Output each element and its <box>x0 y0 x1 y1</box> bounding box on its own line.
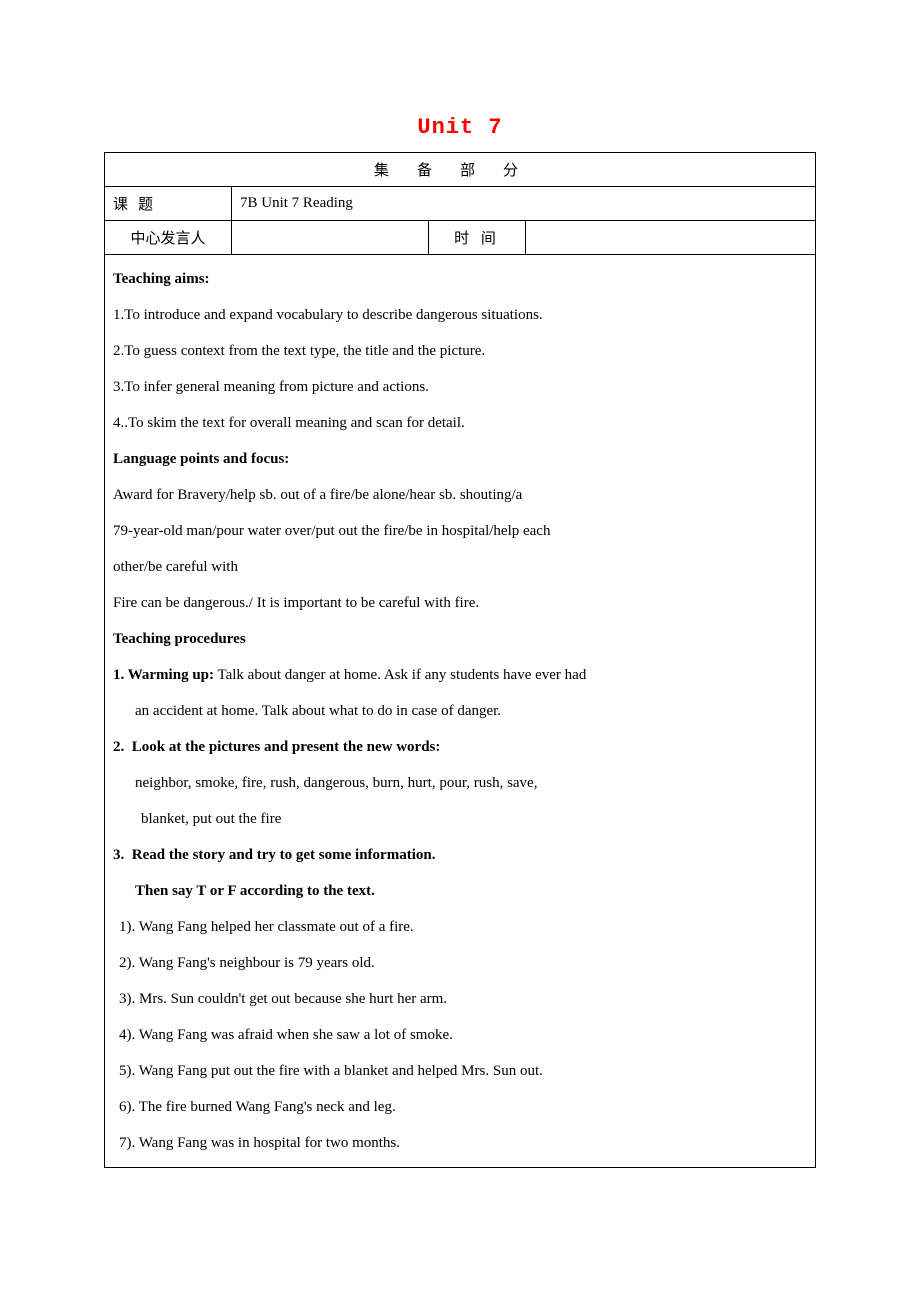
language-points-heading: Language points and focus: <box>113 441 807 477</box>
table-row: 集备部分 <box>105 153 816 187</box>
content-cell: Teaching aims: 1.To introduce and expand… <box>105 255 816 1168</box>
tf-item: 2). Wang Fang's neighbour is 79 years ol… <box>113 945 807 981</box>
procedure-item: 3. Read the story and try to get some in… <box>113 837 807 873</box>
label-speaker: 中心发言人 <box>105 221 232 255</box>
lang-line: 79-year-old man/pour water over/put out … <box>113 513 807 549</box>
step-title: Look at the pictures and present the new… <box>132 739 441 755</box>
table-row: 课题 7B Unit 7 Reading <box>105 187 816 221</box>
tf-item: 4). Wang Fang was afraid when she saw a … <box>113 1017 807 1053</box>
table-row: Teaching aims: 1.To introduce and expand… <box>105 255 816 1168</box>
procedure-line: neighbor, smoke, fire, rush, dangerous, … <box>113 765 807 801</box>
lesson-table: 集备部分 课题 7B Unit 7 Reading 中心发言人 时 间 Teac… <box>104 152 816 1168</box>
warming-up-text: Talk about danger at home. Ask if any st… <box>214 667 586 683</box>
aim-item: 3.To infer general meaning from picture … <box>113 369 807 405</box>
step-number: 3. <box>113 847 124 863</box>
value-topic: 7B Unit 7 Reading <box>232 187 816 221</box>
tf-item: 6). The fire burned Wang Fang's neck and… <box>113 1089 807 1125</box>
value-speaker <box>232 221 429 255</box>
teaching-procedures-heading: Teaching procedures <box>113 621 807 657</box>
aim-item: 1.To introduce and expand vocabulary to … <box>113 297 807 333</box>
label-time: 时 间 <box>429 221 526 255</box>
procedure-line: Then say T or F according to the text. <box>113 873 807 909</box>
lang-line: Fire can be dangerous./ It is important … <box>113 585 807 621</box>
value-time <box>526 221 816 255</box>
procedure-item: 2. Look at the pictures and present the … <box>113 729 807 765</box>
page-title: Unit 7 <box>104 115 816 140</box>
procedure-line: blanket, put out the fire <box>113 801 807 837</box>
lang-line: other/be careful with <box>113 549 807 585</box>
procedure-item: 1. Warming up: Talk about danger at home… <box>113 657 807 693</box>
tf-item: 5). Wang Fang put out the fire with a bl… <box>113 1053 807 1089</box>
lang-line: Award for Bravery/help sb. out of a fire… <box>113 477 807 513</box>
step-number: 2. <box>113 739 124 755</box>
document-page: Unit 7 集备部分 课题 7B Unit 7 Reading 中心发言人 时… <box>0 0 920 1208</box>
label-topic: 课题 <box>105 187 232 221</box>
procedure-line: an accident at home. Talk about what to … <box>113 693 807 729</box>
step-title: Read the story and try to get some infor… <box>132 847 436 863</box>
tf-item: 7). Wang Fang was in hospital for two mo… <box>113 1125 807 1161</box>
table-row: 中心发言人 时 间 <box>105 221 816 255</box>
aim-item: 2.To guess context from the text type, t… <box>113 333 807 369</box>
teaching-aims-heading: Teaching aims: <box>113 261 807 297</box>
warming-up-label: 1. Warming up: <box>113 667 214 683</box>
tf-item: 3). Mrs. Sun couldn't get out because sh… <box>113 981 807 1017</box>
section-header: 集备部分 <box>105 153 816 187</box>
aim-item: 4..To skim the text for overall meaning … <box>113 405 807 441</box>
tf-item: 1). Wang Fang helped her classmate out o… <box>113 909 807 945</box>
